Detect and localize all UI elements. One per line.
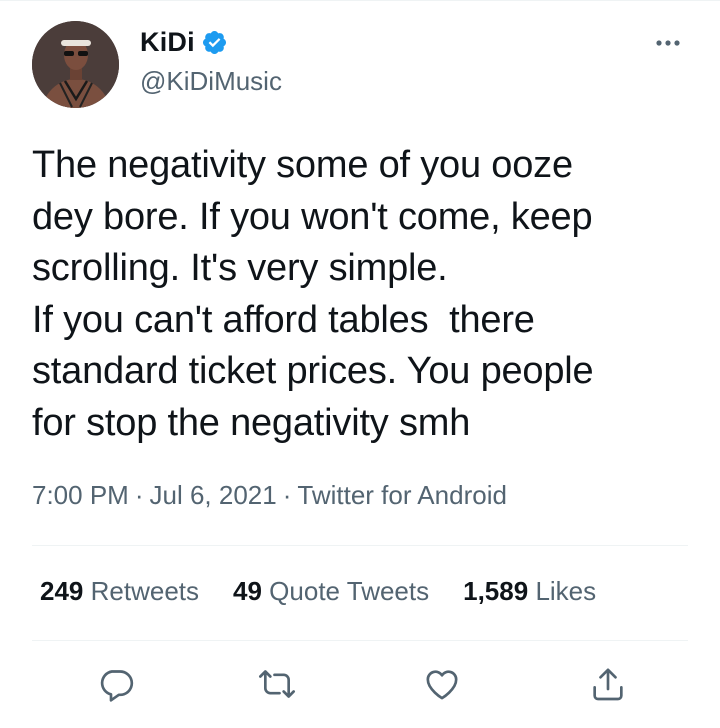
tweet-date[interactable]: Jul 6, 2021 bbox=[150, 480, 277, 510]
retweets-label: Retweets bbox=[90, 576, 200, 606]
tweet-text-line: The negativity some of you ooze bbox=[32, 144, 573, 186]
likes-stat[interactable]: 1,589 Likes bbox=[463, 576, 596, 607]
quote-tweets-label: Quote Tweets bbox=[269, 576, 430, 606]
likes-label: Likes bbox=[535, 576, 597, 606]
avatar-image bbox=[32, 21, 119, 108]
tweet-text-line: scrolling. It's very simple. bbox=[32, 247, 448, 289]
quote-tweets-count: 49 bbox=[233, 576, 262, 606]
meta-separator: · bbox=[134, 480, 144, 510]
tweet-text-line: for stop the negativity smh bbox=[32, 401, 471, 444]
likes-count: 1,589 bbox=[463, 576, 529, 606]
action-bar bbox=[0, 660, 720, 710]
user-handle[interactable]: @KiDiMusic bbox=[140, 66, 282, 97]
meta-separator: · bbox=[282, 480, 292, 510]
tweet-source[interactable]: Twitter for Android bbox=[297, 480, 507, 510]
tweet-card: KiDi @KiDiMusic The negativity some of y… bbox=[0, 0, 720, 728]
retweets-stat[interactable]: 249 Retweets bbox=[40, 576, 199, 607]
display-name[interactable]: KiDi bbox=[140, 27, 195, 58]
retweet-icon[interactable] bbox=[257, 664, 297, 704]
tweet-text: The negativity some of you ooze dey bore.… bbox=[32, 140, 702, 449]
reply-icon[interactable] bbox=[96, 664, 136, 704]
tweet-stats: 249 Retweets 49 Quote Tweets 1,589 Likes bbox=[40, 576, 630, 607]
quote-tweets-stat[interactable]: 49 Quote Tweets bbox=[233, 576, 429, 607]
share-icon[interactable] bbox=[588, 664, 628, 704]
top-divider bbox=[0, 0, 720, 1]
divider bbox=[32, 545, 688, 546]
tweet-meta: 7:00 PM · Jul 6, 2021 · Twitter for Android bbox=[32, 480, 507, 511]
tweet-text-line: If you can't afford tables there bbox=[32, 298, 535, 341]
verified-badge-icon bbox=[201, 29, 228, 56]
tweet-text-line: dey bore. If you won't come, keep bbox=[32, 195, 593, 238]
tweet-time[interactable]: 7:00 PM bbox=[32, 480, 129, 510]
more-icon[interactable] bbox=[648, 30, 688, 54]
heart-icon[interactable] bbox=[422, 664, 462, 704]
divider bbox=[32, 640, 688, 641]
avatar[interactable] bbox=[32, 21, 119, 108]
name-row: KiDi bbox=[140, 27, 228, 58]
tweet-text-line: standard ticket prices. You people bbox=[32, 350, 594, 392]
retweets-count: 249 bbox=[40, 576, 84, 606]
